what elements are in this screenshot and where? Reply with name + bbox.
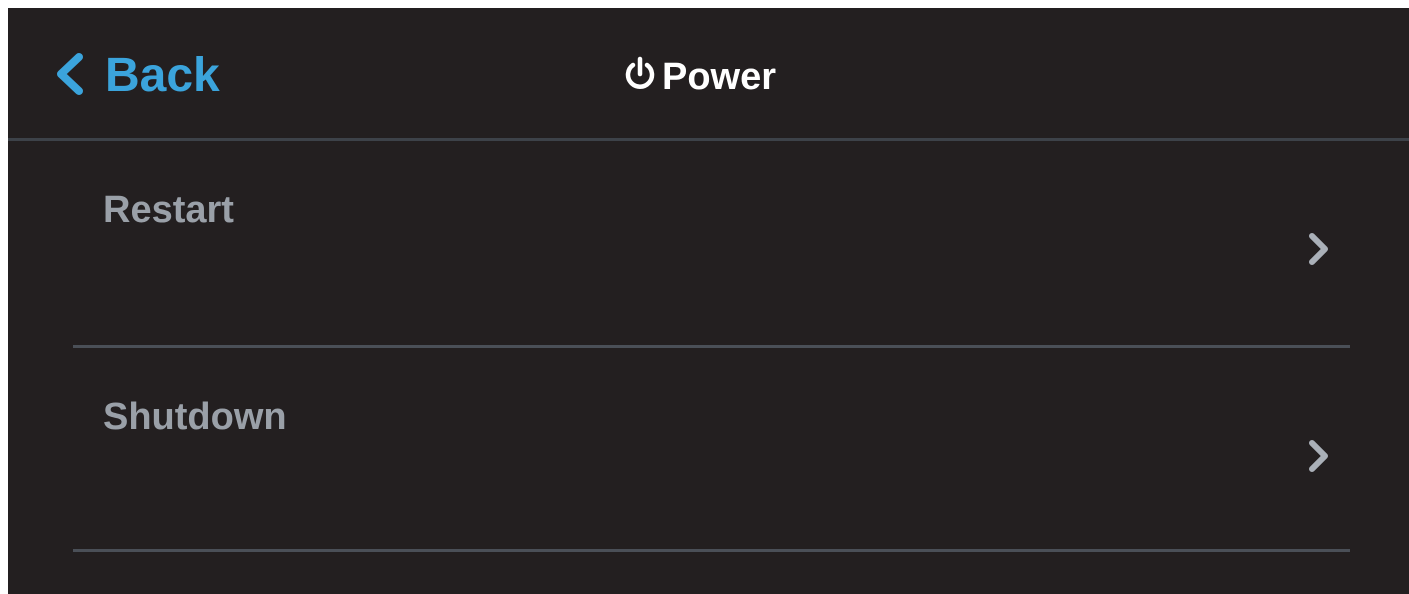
- back-button[interactable]: Back: [53, 38, 220, 114]
- page-title: Power: [622, 52, 776, 102]
- restart-label: Restart: [103, 189, 234, 231]
- chevron-right-icon: [1306, 438, 1330, 474]
- restart-item[interactable]: Restart: [73, 141, 1350, 348]
- power-icon: [622, 56, 662, 99]
- chevron-left-icon: [53, 52, 105, 100]
- power-screen: Back Power Restart Shutdown: [8, 8, 1409, 594]
- chevron-right-icon: [1306, 231, 1330, 267]
- page-title-label: Power: [662, 56, 777, 98]
- shutdown-item[interactable]: Shutdown: [73, 348, 1350, 552]
- back-label: Back: [105, 49, 220, 102]
- shutdown-label: Shutdown: [103, 396, 287, 438]
- header-bar: Back Power: [8, 8, 1409, 141]
